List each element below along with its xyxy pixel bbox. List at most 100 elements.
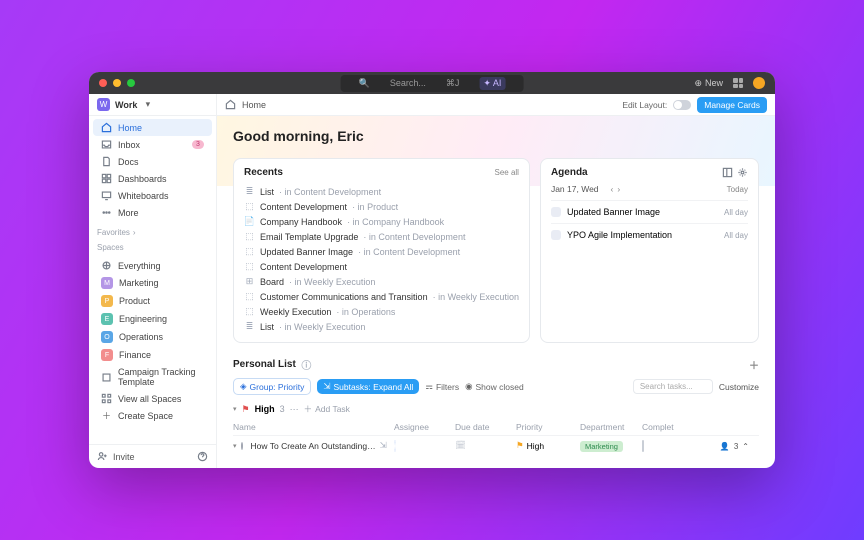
close-dot[interactable] xyxy=(99,79,107,87)
invite-button[interactable]: Invite xyxy=(97,451,135,462)
department-tag: Marketing xyxy=(580,441,623,452)
home-icon xyxy=(101,122,112,133)
recents-title: Recents xyxy=(244,167,283,178)
nav-whiteboards[interactable]: Whiteboards xyxy=(93,187,212,204)
help-icon[interactable] xyxy=(197,451,208,462)
agenda-item[interactable]: Updated Banner ImageAll day xyxy=(551,200,748,223)
agenda-item-color xyxy=(551,230,561,240)
item-type-icon: ⬚ xyxy=(244,246,255,257)
recents-item-name: Board xyxy=(260,277,284,287)
ai-pill[interactable]: ✦ AI xyxy=(479,77,505,90)
recents-item-name: Updated Banner Image xyxy=(260,247,353,257)
subtasks-pill[interactable]: ⇲Subtasks: Expand All xyxy=(317,379,419,394)
maximize-dot[interactable] xyxy=(127,79,135,87)
recents-see-all[interactable]: See all xyxy=(494,168,518,177)
group-pill[interactable]: ◈Group: Priority xyxy=(233,378,311,395)
template-icon xyxy=(101,372,112,383)
agenda-next[interactable]: › xyxy=(617,184,620,194)
task-count-footer[interactable]: 👤 3 ⌃ xyxy=(720,442,749,451)
workspace-name: Work xyxy=(115,100,137,110)
recents-item[interactable]: ≣List · in Content Development xyxy=(244,184,519,199)
recents-item[interactable]: ⬚Content Development xyxy=(244,259,519,274)
recents-item[interactable]: 📄Company Handbook · in Company Handbook xyxy=(244,214,519,229)
favorites-header[interactable]: Favorites› xyxy=(89,224,216,239)
recents-item[interactable]: ⬚Updated Banner Image · in Content Devel… xyxy=(244,244,519,259)
agenda-item[interactable]: YPO Agile ImplementationAll day xyxy=(551,223,748,246)
item-type-icon: ⬚ xyxy=(244,231,255,242)
edit-layout-toggle[interactable] xyxy=(673,100,691,110)
chevron-down-icon: ▾ xyxy=(142,99,153,110)
user-avatar[interactable] xyxy=(753,77,765,89)
item-type-icon: ⊞ xyxy=(244,276,255,287)
nav-home[interactable]: Home xyxy=(93,119,212,136)
space-finance[interactable]: FFinance xyxy=(93,346,212,364)
space-marketing[interactable]: MMarketing xyxy=(93,274,212,292)
item-type-icon: ≣ xyxy=(244,186,255,197)
dashboard-icon xyxy=(101,173,112,184)
breadcrumb-home[interactable]: Home xyxy=(242,100,266,110)
agenda-prev[interactable]: ‹ xyxy=(611,184,614,194)
customize-button[interactable]: Customize xyxy=(719,382,759,392)
row-caret[interactable]: ▾ xyxy=(233,442,237,450)
workspace-switcher[interactable]: W Work ▾ xyxy=(89,94,216,116)
filters-button[interactable]: ⚎Filters xyxy=(425,381,459,392)
table-row[interactable]: ▾ How To Create An Outstanding… ⇲ ⋯ 🗓 ⚑H… xyxy=(233,436,759,455)
group-caret[interactable]: ▾ xyxy=(233,405,237,413)
space-everything[interactable]: Everything xyxy=(93,257,212,274)
recents-item[interactable]: ⬚Email Template Upgrade · in Content Dev… xyxy=(244,229,519,244)
group-high: High xyxy=(255,404,275,414)
titlebar: 🔍 Search... ⌘J ✦ AI ⊕New xyxy=(89,72,775,94)
new-button[interactable]: ⊕New xyxy=(694,78,723,89)
recents-item[interactable]: ⬚Weekly Execution · in Operations xyxy=(244,304,519,319)
priority-flag-icon: ⚑ xyxy=(516,440,524,451)
flag-icon: ⚑ xyxy=(242,404,250,415)
global-search[interactable]: 🔍 Search... ⌘J ✦ AI xyxy=(341,75,524,92)
nav-docs[interactable]: Docs xyxy=(93,153,212,170)
agenda-today-button[interactable]: Today xyxy=(727,185,748,194)
assignee-avatar[interactable] xyxy=(394,440,396,452)
space-operations[interactable]: OOperations xyxy=(93,328,212,346)
create-space[interactable]: ＋Create Space xyxy=(93,407,212,424)
nav-more[interactable]: More xyxy=(93,204,212,221)
show-closed-button[interactable]: ◉Show closed xyxy=(465,381,524,392)
workspace-badge: W xyxy=(97,98,110,111)
personal-list-add[interactable]: ＋ xyxy=(749,357,759,372)
group-more-icon[interactable]: ⋯ xyxy=(290,404,299,415)
info-icon[interactable]: ⓘ xyxy=(301,359,312,370)
eye-icon: ◉ xyxy=(465,381,472,392)
sidebar: W Work ▾ Home Inbox3 Docs Dashboards Whi… xyxy=(89,94,217,468)
recents-item[interactable]: ≣List · in Weekly Execution xyxy=(244,319,519,334)
recents-item-name: Weekly Execution xyxy=(260,307,331,317)
space-engineering[interactable]: EEngineering xyxy=(93,310,212,328)
group-count: 3 xyxy=(280,404,285,414)
item-type-icon: ⬚ xyxy=(244,291,255,302)
status-dot[interactable] xyxy=(241,442,243,450)
operations-badge: O xyxy=(101,331,113,343)
add-task-button[interactable]: ＋Add Task xyxy=(304,403,350,415)
topbar: Home Edit Layout: Manage Cards xyxy=(217,94,775,116)
nav-inbox[interactable]: Inbox3 xyxy=(93,136,212,153)
manage-cards-button[interactable]: Manage Cards xyxy=(697,97,767,113)
recents-item[interactable]: ⊞Board · in Weekly Execution xyxy=(244,274,519,289)
space-product[interactable]: PProduct xyxy=(93,292,212,310)
home-icon xyxy=(225,99,236,110)
task-search-input[interactable]: Search tasks... xyxy=(633,379,713,394)
item-type-icon: 📄 xyxy=(244,216,255,227)
user-icon: 👤 xyxy=(720,442,730,451)
doc-icon xyxy=(101,156,112,167)
personal-list-card: Personal List ⓘ ＋ ◈Group: Priority ⇲Subt… xyxy=(233,357,759,455)
recents-item[interactable]: ⬚Customer Communications and Transition … xyxy=(244,289,519,304)
apps-grid-icon[interactable] xyxy=(733,78,743,88)
view-all-spaces[interactable]: View all Spaces xyxy=(93,390,212,407)
complete-checkbox[interactable] xyxy=(642,440,644,452)
nav-dashboards[interactable]: Dashboards xyxy=(93,170,212,187)
due-date-icon[interactable]: 🗓 xyxy=(455,440,466,451)
agenda-settings-icon[interactable] xyxy=(737,167,748,178)
recents-item[interactable]: ⬚Content Development · in Product xyxy=(244,199,519,214)
space-campaign[interactable]: Campaign Tracking Template xyxy=(93,364,212,390)
minimize-dot[interactable] xyxy=(113,79,121,87)
app-window: 🔍 Search... ⌘J ✦ AI ⊕New W Work ▾ Home I… xyxy=(89,72,775,468)
agenda-expand-icon[interactable] xyxy=(722,167,733,178)
spaces-header[interactable]: Spaces xyxy=(89,239,216,254)
personal-list-title: Personal List xyxy=(233,359,296,370)
